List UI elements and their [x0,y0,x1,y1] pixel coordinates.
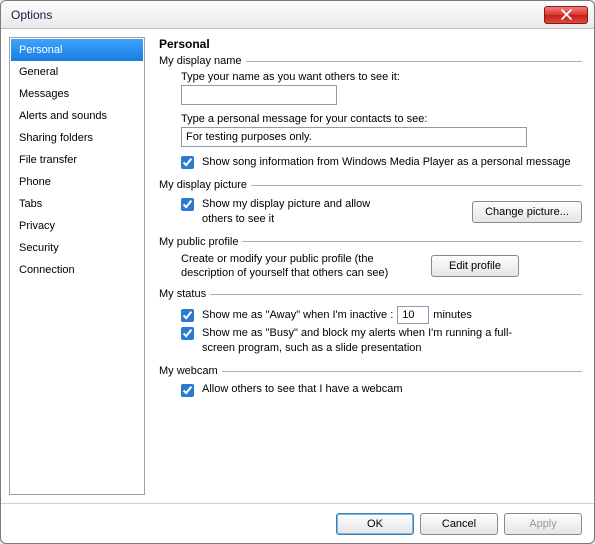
sidebar-item-label: Privacy [19,220,55,232]
sidebar-item-label: Connection [19,264,75,276]
titlebar: Options [1,1,594,29]
sidebar-item-label: Personal [19,44,62,56]
group-status: My status Show me as "Away" when I'm ina… [159,288,582,359]
sidebar-item-personal[interactable]: Personal [11,39,143,61]
sidebar-item-security[interactable]: Security [11,237,143,259]
sidebar-item-phone[interactable]: Phone [11,171,143,193]
category-sidebar: Personal General Messages Alerts and sounds… [9,37,145,495]
close-button[interactable] [544,6,588,24]
busy-label: Show me as "Busy" and block my alerts wh… [202,326,542,355]
public-profile-desc: Create or modify your public profile (th… [181,252,421,281]
dialog-footer: OK Cancel Apply [1,503,594,543]
group-display-picture-legend: My display picture [159,179,251,191]
away-label-post: minutes [433,309,472,321]
cancel-button[interactable]: Cancel [420,513,498,535]
apply-button[interactable]: Apply [504,513,582,535]
group-webcam-legend: My webcam [159,365,222,377]
group-display-picture: My display picture Show my display pictu… [159,179,582,230]
busy-checkbox[interactable] [181,327,194,340]
sidebar-item-sharing-folders[interactable]: Sharing folders [11,127,143,149]
group-public-profile-legend: My public profile [159,236,242,248]
personal-message-prompt: Type a personal message for your contact… [181,113,582,125]
content-pane: Personal My display name Type your name … [151,37,586,495]
webcam-checkbox[interactable] [181,384,194,397]
dialog-body: Personal General Messages Alerts and sounds… [1,29,594,503]
sidebar-item-label: Tabs [19,198,42,210]
group-webcam: My webcam Allow others to see that I hav… [159,365,582,401]
away-checkbox[interactable] [181,309,194,322]
webcam-label: Allow others to see that I have a webcam [202,383,403,395]
group-display-name: My display name Type your name as you wa… [159,55,582,173]
sidebar-item-label: Sharing folders [19,132,93,144]
edit-profile-button[interactable]: Edit profile [431,255,519,277]
sidebar-item-label: Phone [19,176,51,188]
window-title: Options [11,8,544,22]
page-heading: Personal [159,37,582,51]
sidebar-item-file-transfer[interactable]: File transfer [11,149,143,171]
sidebar-item-label: Messages [19,88,69,100]
show-song-checkbox[interactable] [181,156,194,169]
show-song-label: Show song information from Windows Media… [202,155,571,169]
sidebar-item-connection[interactable]: Connection [11,259,143,281]
personal-message-input[interactable] [181,127,527,147]
group-status-legend: My status [159,288,210,300]
group-display-name-legend: My display name [159,55,246,67]
group-public-profile: My public profile Create or modify your … [159,236,582,283]
sidebar-item-label: Alerts and sounds [19,110,107,122]
sidebar-item-alerts-and-sounds[interactable]: Alerts and sounds [11,105,143,127]
show-picture-checkbox[interactable] [181,198,194,211]
away-label-pre: Show me as "Away" when I'm inactive : [202,309,393,321]
options-window: Options Personal General Messages Alerts an… [0,0,595,544]
away-minutes-input[interactable] [397,306,429,324]
sidebar-item-label: File transfer [19,154,77,166]
sidebar-item-tabs[interactable]: Tabs [11,193,143,215]
sidebar-item-privacy[interactable]: Privacy [11,215,143,237]
show-picture-label: Show my display picture and allow others… [202,197,402,226]
sidebar-item-general[interactable]: General [11,61,143,83]
sidebar-item-messages[interactable]: Messages [11,83,143,105]
close-icon [561,9,572,20]
change-picture-button[interactable]: Change picture... [472,201,582,223]
sidebar-item-label: Security [19,242,59,254]
display-name-input[interactable] [181,85,337,105]
ok-button[interactable]: OK [336,513,414,535]
display-name-prompt: Type your name as you want others to see… [181,71,582,83]
sidebar-item-label: General [19,66,58,78]
